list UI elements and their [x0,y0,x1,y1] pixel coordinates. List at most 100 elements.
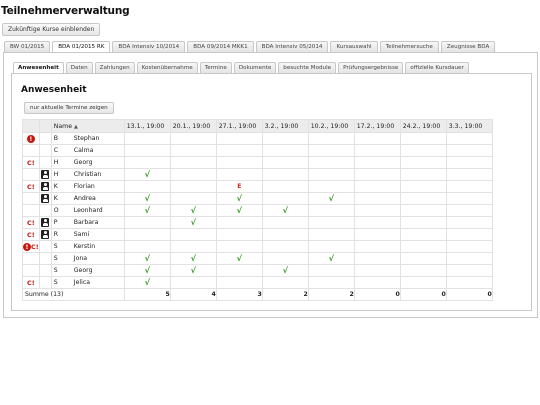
attendance-cell[interactable] [169,240,217,253]
subtab[interactable]: offizielle Kursdauer [405,62,469,73]
attendance-cell[interactable]: √ [123,168,171,181]
attendance-cell[interactable] [215,156,263,169]
course-tab[interactable]: BDA Intensiv 10/2014 [112,41,186,52]
attendance-cell[interactable] [445,180,493,193]
attendance-cell[interactable] [169,228,217,241]
name-cell[interactable]: S Jelica [50,276,125,289]
attendance-cell[interactable] [399,216,447,229]
attendance-cell[interactable] [169,144,217,157]
attendance-cell[interactable] [215,264,263,277]
attendance-cell[interactable] [399,252,447,265]
attendance-cell[interactable] [307,276,355,289]
attendance-cell[interactable] [123,240,171,253]
attendance-cell[interactable] [353,132,401,145]
table-row[interactable]: C! K Florian E [22,180,493,193]
attendance-cell[interactable]: √ [123,276,171,289]
attendance-cell[interactable] [307,216,355,229]
attendance-cell[interactable] [445,204,493,217]
attendance-cell[interactable] [307,180,355,193]
name-cell[interactable]: B Stephan [50,132,125,145]
attendance-cell[interactable]: √ [215,204,263,217]
attendance-cell[interactable] [353,204,401,217]
attendance-cell[interactable] [307,168,355,181]
table-row[interactable]: ! C! S Kerstin [22,240,493,253]
attendance-cell[interactable] [123,156,171,169]
attendance-cell[interactable] [445,132,493,145]
attendance-cell[interactable]: √ [307,252,355,265]
attendance-cell[interactable] [169,276,217,289]
attendance-cell[interactable]: √ [169,252,217,265]
attendance-cell[interactable] [307,264,355,277]
subtab[interactable]: Daten [65,62,93,73]
table-row[interactable]: S Jona √ √ √ √ [22,252,493,265]
name-cell[interactable]: P Barbara [50,216,125,229]
attendance-cell[interactable] [307,156,355,169]
attendance-cell[interactable] [215,168,263,181]
subtab[interactable]: Kostenübernahme [136,62,198,73]
attendance-cell[interactable] [261,228,309,241]
name-cell[interactable]: H Christian [50,168,125,181]
course-tab[interactable]: Kursauswahl [330,41,378,52]
table-row[interactable]: C! S Jelica √ [22,276,493,289]
attendance-cell[interactable]: √ [169,204,217,217]
name-cell[interactable]: R Sami [50,228,125,241]
attendance-cell[interactable] [399,132,447,145]
name-cell[interactable]: O Leonhard [50,204,125,217]
table-row[interactable]: H Christian √ [22,168,493,181]
attendance-cell[interactable]: √ [261,264,309,277]
table-row[interactable]: K Andrea √ √ √ [22,192,493,205]
subtab[interactable]: Dokumente [233,62,277,73]
attendance-cell[interactable] [307,132,355,145]
attendance-cell[interactable] [353,276,401,289]
attendance-cell[interactable] [261,156,309,169]
attendance-cell[interactable] [399,156,447,169]
attendance-cell[interactable] [123,132,171,145]
attendance-cell[interactable] [445,156,493,169]
attendance-cell[interactable] [261,252,309,265]
attendance-cell[interactable] [215,216,263,229]
attendance-cell[interactable] [215,240,263,253]
attendance-cell[interactable] [169,168,217,181]
attendance-cell[interactable] [261,132,309,145]
attendance-cell[interactable] [353,216,401,229]
attendance-cell[interactable] [399,180,447,193]
attendance-cell[interactable] [399,168,447,181]
attendance-cell[interactable] [353,228,401,241]
attendance-cell[interactable]: E [215,180,263,193]
attendance-cell[interactable] [169,192,217,205]
attendance-cell[interactable]: √ [123,252,171,265]
course-tab[interactable]: Zeugnisse BDA [440,41,496,52]
attendance-cell[interactable] [261,168,309,181]
course-tab[interactable]: Teilnehmersuche [379,41,439,52]
attendance-cell[interactable]: √ [123,264,171,277]
attendance-cell[interactable] [215,228,263,241]
attendance-cell[interactable] [445,276,493,289]
attendance-cell[interactable]: √ [123,204,171,217]
attendance-cell[interactable] [353,156,401,169]
attendance-cell[interactable] [445,264,493,277]
attendance-cell[interactable] [353,192,401,205]
attendance-cell[interactable]: √ [215,252,263,265]
attendance-cell[interactable] [123,216,171,229]
attendance-cell[interactable] [261,276,309,289]
current-dates-only-button[interactable]: nur aktuelle Termine zeigen [24,102,114,114]
attendance-cell[interactable] [169,156,217,169]
attendance-cell[interactable] [353,144,401,157]
table-row[interactable]: C! R Sami [22,228,493,241]
table-row[interactable]: S Georg √ √ √ [22,264,493,277]
attendance-cell[interactable] [353,252,401,265]
name-cell[interactable]: H Georg [50,156,125,169]
course-tab[interactable]: BDA Intensiv 05/2014 [255,41,329,52]
attendance-cell[interactable] [261,240,309,253]
attendance-cell[interactable] [353,168,401,181]
name-cell[interactable]: S Kerstin [50,240,125,253]
attendance-cell[interactable]: √ [307,192,355,205]
attendance-cell[interactable]: √ [123,192,171,205]
subtab[interactable]: Prüfungsergebnisse [338,62,404,73]
attendance-cell[interactable] [261,192,309,205]
attendance-cell[interactable] [169,132,217,145]
subtab[interactable]: Termine [199,62,232,73]
attendance-cell[interactable] [445,228,493,241]
attendance-cell[interactable] [261,216,309,229]
attendance-cell[interactable] [169,180,217,193]
